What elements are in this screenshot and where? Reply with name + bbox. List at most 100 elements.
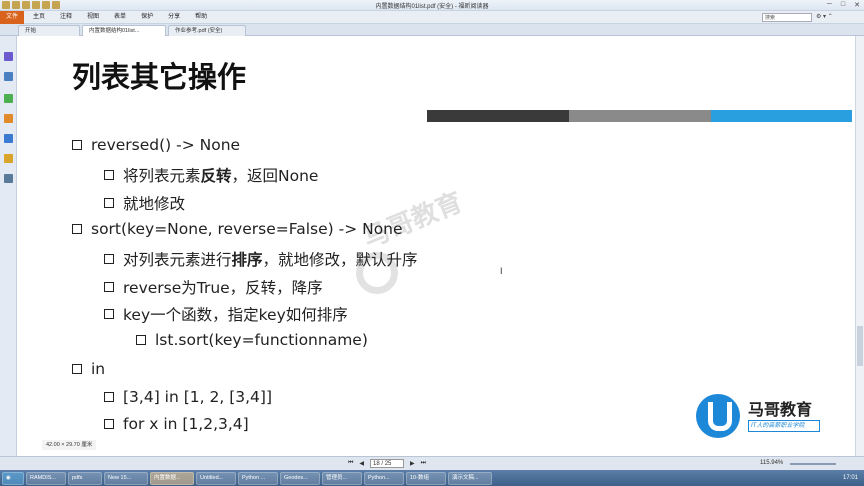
bullet-item: key一个函数，指定key如何排序 bbox=[104, 303, 348, 325]
menu-bar: 文件 主页 注释 视图 表单 保护 分享 帮助 搜索 ⚙ ▾ ⌃ bbox=[0, 11, 864, 24]
bullet-item: [3,4] in [1, 2, [3,4]] bbox=[104, 388, 272, 406]
window-controls: ─ □ ✕ bbox=[827, 1, 860, 9]
zoom-slider[interactable] bbox=[790, 463, 836, 465]
maximize-icon[interactable]: □ bbox=[841, 1, 845, 9]
menu-item[interactable]: 主页 bbox=[33, 11, 45, 24]
menu-item[interactable]: 保护 bbox=[141, 11, 153, 24]
bullet-text-bold: 反转 bbox=[200, 167, 232, 185]
menu-item[interactable]: 分享 bbox=[168, 11, 180, 24]
header-bar-dark bbox=[427, 110, 569, 122]
menu-item[interactable]: 视图 bbox=[87, 11, 99, 24]
page-size-label: 42.00 × 29.70 厘米 bbox=[42, 440, 97, 450]
taskbar-item[interactable]: Geodes... bbox=[280, 471, 320, 485]
taskbar-item[interactable]: 管理员... bbox=[322, 471, 362, 485]
taskbar-item[interactable]: Untitled... bbox=[196, 471, 236, 485]
title-bar: 内置数据结构01list.pdf (安全) - 福昕阅读器 ─ □ ✕ bbox=[0, 0, 864, 11]
taskbar-item[interactable]: Python... bbox=[364, 471, 404, 485]
close-icon[interactable]: ✕ bbox=[854, 1, 860, 9]
bullet-item: in bbox=[72, 360, 105, 378]
clock: 17:01 bbox=[842, 475, 858, 481]
bullet-square-icon bbox=[104, 392, 114, 402]
bullet-text: 就地修改 bbox=[123, 195, 186, 213]
header-bar-blue bbox=[711, 110, 852, 122]
logo-slogan: IT人的高薪职业学院 bbox=[748, 420, 820, 432]
text-cursor-icon: I bbox=[500, 266, 503, 276]
bullet-text: in bbox=[91, 360, 106, 378]
tab-start[interactable]: 开始 bbox=[18, 25, 80, 36]
page-number-input[interactable]: 18 / 25 bbox=[370, 459, 405, 468]
page-navigator: ⏮ ◀ 18 / 25 ▶ ⏭ bbox=[348, 459, 426, 468]
lock-icon[interactable] bbox=[4, 154, 13, 163]
bullet-item: 就地修改 bbox=[104, 192, 185, 214]
minimize-icon[interactable]: ─ bbox=[827, 1, 832, 9]
menu-item[interactable]: 表单 bbox=[114, 11, 126, 24]
tab-bar: 开始 内置数据结构01list... 作业参考.pdf (安全) bbox=[0, 24, 864, 36]
bullet-item: sort(key=None, reverse=False) -> None bbox=[72, 220, 403, 238]
brand-logo: 马哥教育 IT人的高薪职业学院 bbox=[696, 392, 826, 440]
menu-item[interactable]: 帮助 bbox=[195, 11, 207, 24]
bullet-text: reversed() -> None bbox=[91, 136, 241, 154]
bullet-text-pre: 对列表元素进行 bbox=[123, 251, 232, 269]
bullet-square-icon bbox=[104, 170, 114, 180]
prev-page-icon[interactable]: ◀ bbox=[359, 460, 364, 467]
logo-name: 马哥教育 bbox=[748, 400, 813, 419]
bullet-square-icon bbox=[104, 282, 114, 292]
scrollbar-thumb[interactable] bbox=[857, 326, 863, 366]
search-input[interactable]: 搜索 bbox=[762, 13, 812, 22]
settings-icon[interactable]: ⚙ ▾ ⌃ bbox=[816, 11, 833, 24]
bullet-text-post: ，返回None bbox=[231, 167, 319, 185]
bullet-item: for x in [1,2,3,4] bbox=[104, 415, 249, 433]
bullet-square-icon bbox=[136, 335, 146, 345]
first-page-icon[interactable]: ⏮ bbox=[348, 460, 353, 467]
bookmark-icon[interactable] bbox=[4, 52, 13, 61]
bullet-square-icon bbox=[104, 309, 114, 319]
taskbar-item[interactable]: RAMDIS... bbox=[26, 471, 66, 485]
last-page-icon[interactable]: ⏭ bbox=[421, 460, 426, 467]
attachment-icon[interactable] bbox=[4, 134, 13, 143]
bullet-text-bold: 排序 bbox=[231, 251, 263, 269]
bullet-square-icon bbox=[72, 224, 82, 234]
logo-icon bbox=[696, 394, 740, 438]
file-menu[interactable]: 文件 bbox=[0, 11, 24, 24]
comments-icon[interactable] bbox=[4, 114, 13, 123]
bullet-text: sort(key=None, reverse=False) -> None bbox=[91, 220, 403, 238]
taskbar: ◉ RAMDIS... pdfs New 15... 内置数据... Untitled.… bbox=[0, 470, 864, 486]
taskbar-item[interactable]: New 15... bbox=[104, 471, 148, 485]
tab-homework-pdf[interactable]: 作业参考.pdf (安全) bbox=[168, 25, 246, 36]
status-bar: 42.00 × 29.70 厘米 ⏮ ◀ 18 / 25 ▶ ⏭ 115.94% bbox=[0, 440, 864, 470]
menu-item[interactable]: 注释 bbox=[60, 11, 72, 24]
taskbar-item[interactable]: Python ... bbox=[238, 471, 278, 485]
page-title: 列表其它操作 bbox=[72, 60, 247, 94]
start-button[interactable]: ◉ bbox=[2, 471, 24, 485]
taskbar-items: RAMDIS... pdfs New 15... 内置数据... Untitled...… bbox=[24, 471, 492, 485]
watermark-text: 马哥教育 bbox=[359, 187, 467, 255]
bullet-square-icon bbox=[104, 254, 114, 264]
zoom-level[interactable]: 115.94% bbox=[760, 459, 783, 468]
taskbar-item[interactable]: 演示文稿... bbox=[448, 471, 492, 485]
bullet-text-pre: 将列表元素 bbox=[123, 167, 201, 185]
bullet-text: reverse为True，反转，降序 bbox=[123, 279, 323, 297]
bullet-text: key一个函数，指定key如何排序 bbox=[123, 306, 348, 324]
bullet-text: [3,4] in [1, 2, [3,4]] bbox=[123, 388, 272, 406]
pages-icon[interactable] bbox=[4, 72, 13, 81]
header-bar-gray bbox=[569, 110, 711, 122]
bullet-text: for x in [1,2,3,4] bbox=[123, 415, 249, 433]
bullet-text: lst.sort(key=functionname) bbox=[155, 331, 368, 349]
taskbar-item[interactable]: 10-数组 bbox=[406, 471, 446, 485]
next-page-icon[interactable]: ▶ bbox=[410, 460, 415, 467]
bullet-item: 将列表元素 反转 ，返回None bbox=[104, 164, 318, 186]
bullet-square-icon bbox=[104, 419, 114, 429]
taskbar-item[interactable]: 内置数据... bbox=[150, 471, 194, 485]
bullet-item: lst.sort(key=functionname) bbox=[136, 331, 368, 349]
tools-icon[interactable] bbox=[4, 174, 13, 183]
bullet-square-icon bbox=[72, 140, 82, 150]
vertical-scrollbar[interactable] bbox=[855, 36, 864, 456]
menu-items: 主页 注释 视图 表单 保护 分享 帮助 bbox=[33, 11, 207, 24]
tab-list-pdf[interactable]: 内置数据结构01list... bbox=[82, 25, 166, 36]
bullet-square-icon bbox=[72, 364, 82, 374]
pdf-page: 列表其它操作 马哥教育 reversed() -> None 将列表元素 反转 ，返回… bbox=[20, 40, 852, 454]
bullet-item: reversed() -> None bbox=[72, 136, 240, 154]
layers-icon[interactable] bbox=[4, 94, 13, 103]
left-sidebar bbox=[0, 36, 17, 456]
taskbar-item[interactable]: pdfs bbox=[68, 471, 102, 485]
